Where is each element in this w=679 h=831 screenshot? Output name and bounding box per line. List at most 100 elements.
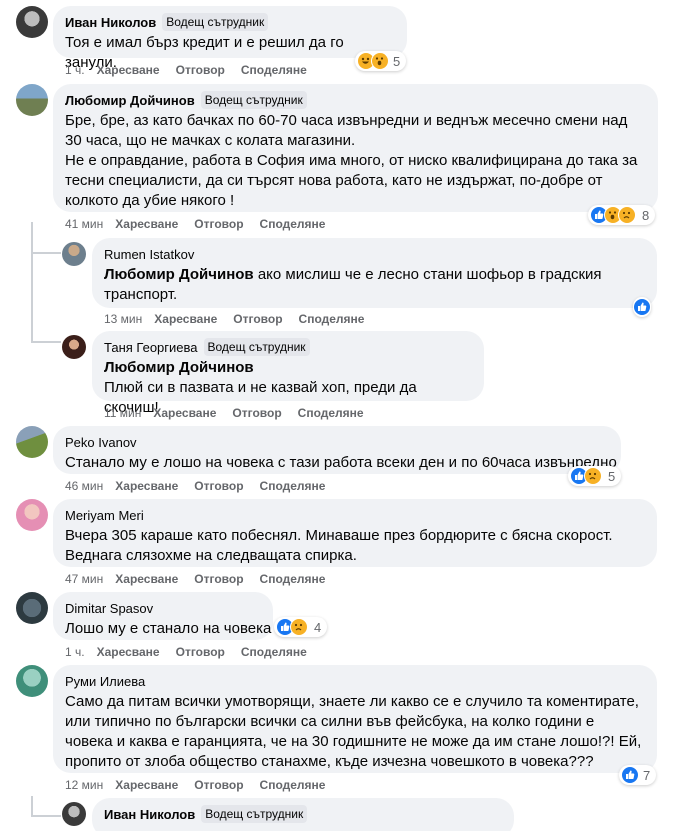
contributor-badge: Водещ сътрудник — [162, 13, 269, 31]
contributor-badge: Водещ сътрудник — [201, 805, 308, 823]
avatar[interactable] — [16, 84, 48, 116]
comment-author[interactable]: Любомир Дойчинов — [65, 93, 195, 108]
reply-button[interactable]: Отговор — [176, 644, 225, 660]
reactions-summary[interactable] — [633, 297, 651, 317]
comment-time[interactable]: 46 мин — [65, 478, 103, 494]
wow-icon — [371, 52, 389, 70]
like-button[interactable]: Харесване — [115, 571, 178, 587]
share-button[interactable]: Споделяне — [299, 311, 365, 327]
comment-text: Бре, бре, аз като бачках по 60-70 часа и… — [65, 112, 638, 209]
comment-bubble: Peko Ivanov Станало му е лошо на човека … — [53, 426, 621, 474]
comment-actions: 13 мин Харесване Отговор Споделяне — [104, 311, 364, 327]
thread-line — [31, 341, 61, 343]
comment-bubble: Иван Николов Водещ сътрудник — [92, 798, 514, 831]
reply-button[interactable]: Отговор — [194, 571, 243, 587]
avatar[interactable] — [16, 499, 48, 531]
comment-author[interactable]: Иван Николов — [104, 807, 195, 822]
like-button[interactable]: Харесване — [153, 405, 216, 421]
reaction-count: 4 — [314, 619, 322, 635]
share-button[interactable]: Споделяне — [260, 571, 326, 587]
comment-author[interactable]: Руми Илиева — [65, 674, 145, 689]
comment-time[interactable]: 1 ч. — [65, 62, 85, 78]
comment-time[interactable]: 1 ч. — [65, 644, 85, 660]
comment-author[interactable]: Иван Николов — [65, 15, 156, 30]
avatar[interactable] — [62, 242, 86, 266]
mention-link[interactable]: Любомир Дойчинов — [104, 266, 254, 283]
avatar[interactable] — [62, 335, 86, 359]
thread-line — [31, 796, 33, 816]
share-button[interactable]: Споделяне — [260, 777, 326, 793]
like-icon — [633, 298, 651, 316]
comment-bubble: Таня Георгиева Водещ сътрудник Любомир Д… — [92, 331, 484, 416]
comment-actions: 46 мин Харесване Отговор Споделяне — [65, 478, 325, 494]
avatar[interactable] — [16, 6, 48, 38]
comment-bubble: Meriyam Meri Вчера 305 караше като побес… — [53, 499, 657, 567]
reaction-count: 7 — [643, 767, 651, 783]
avatar[interactable] — [62, 802, 86, 826]
comment-time[interactable]: 47 мин — [65, 571, 103, 587]
thread-line — [31, 222, 33, 342]
comment-author[interactable]: Rumen Istatkov — [104, 247, 194, 262]
reactions-summary[interactable]: 4 — [274, 617, 328, 637]
reactions-summary[interactable]: 5 — [568, 466, 622, 486]
share-button[interactable]: Споделяне — [241, 644, 307, 660]
comment-text: Станало му е лошо на човека с тази работ… — [65, 454, 617, 471]
comment-time[interactable]: 13 мин — [104, 311, 142, 327]
comment-bubble: Любомир Дойчинов Водещ сътрудник Бре, бр… — [53, 84, 658, 212]
like-button[interactable]: Харесване — [115, 478, 178, 494]
comment-text: Любомир Дойчинов ако мислиш че е лесно с… — [104, 265, 645, 305]
comment-actions: 1 ч. Харесване Отговор Споделяне — [65, 644, 307, 660]
avatar[interactable] — [16, 665, 48, 697]
share-button[interactable]: Споделяне — [241, 62, 307, 78]
comment-bubble: Dimitar Spasov Лошо му е станало на чове… — [53, 592, 273, 640]
comment-actions: 11 мин Харесване Отговор Споделяне — [104, 405, 364, 421]
comment-actions: 41 мин Харесване Отговор Споделяне — [65, 216, 325, 232]
like-button[interactable]: Харесване — [115, 216, 178, 232]
sad-icon — [584, 467, 602, 485]
reply-button[interactable]: Отговор — [194, 777, 243, 793]
reaction-count: 5 — [393, 53, 401, 69]
reply-button[interactable]: Отговор — [233, 311, 282, 327]
like-icon — [621, 766, 639, 784]
reaction-count: 8 — [642, 207, 650, 223]
comment-actions: 47 мин Харесване Отговор Споделяне — [65, 571, 325, 587]
comment-time[interactable]: 11 мин — [104, 405, 141, 421]
mention-link[interactable]: Любомир Дойчинов — [104, 358, 472, 378]
share-button[interactable]: Споделяне — [260, 216, 326, 232]
share-button[interactable]: Споделяне — [260, 478, 326, 494]
sad-icon — [618, 206, 636, 224]
reactions-summary[interactable]: 5 — [355, 51, 407, 71]
comment-author[interactable]: Peko Ivanov — [65, 435, 137, 450]
comment-author[interactable]: Таня Георгиева — [104, 340, 198, 355]
thread-line — [31, 815, 61, 817]
comment-bubble: Rumen Istatkov Любомир Дойчинов ако мисл… — [92, 238, 657, 308]
comment-bubble: Иван Николов Водещ сътрудник Тоя е имал … — [53, 6, 407, 71]
reactions-summary[interactable]: 7 — [619, 765, 657, 785]
reply-button[interactable]: Отговор — [194, 216, 243, 232]
reactions-summary[interactable]: 8 — [588, 205, 656, 225]
like-button[interactable]: Харесване — [115, 777, 178, 793]
reply-button[interactable]: Отговор — [194, 478, 243, 494]
comment-actions: 1 ч. Харесване Отговор Споделяне — [65, 62, 307, 78]
share-button[interactable]: Споделяне — [298, 405, 364, 421]
comment-text: Вчера 305 караше като побеснял. Минаваше… — [65, 527, 613, 564]
comment-text: Само да питам всички умотворящи, знаете … — [65, 693, 642, 770]
reaction-count: 5 — [608, 468, 616, 484]
comment-author[interactable]: Meriyam Meri — [65, 508, 144, 523]
comment-text: Лошо му е станало на човека — [65, 620, 272, 637]
like-button[interactable]: Харесване — [154, 311, 217, 327]
thread-line — [31, 252, 61, 254]
reply-button[interactable]: Отговор — [176, 62, 225, 78]
comment-bubble: Руми Илиева Само да питам всички умотвор… — [53, 665, 657, 773]
comment-author[interactable]: Dimitar Spasov — [65, 601, 153, 616]
like-button[interactable]: Харесване — [97, 644, 160, 660]
like-button[interactable]: Харесване — [97, 62, 160, 78]
comment-time[interactable]: 41 мин — [65, 216, 103, 232]
avatar[interactable] — [16, 592, 48, 624]
comment-actions: 12 мин Харесване Отговор Споделяне — [65, 777, 325, 793]
sad-icon — [290, 618, 308, 636]
contributor-badge: Водещ сътрудник — [200, 91, 307, 109]
avatar[interactable] — [16, 426, 48, 458]
reply-button[interactable]: Отговор — [232, 405, 281, 421]
comment-time[interactable]: 12 мин — [65, 777, 103, 793]
